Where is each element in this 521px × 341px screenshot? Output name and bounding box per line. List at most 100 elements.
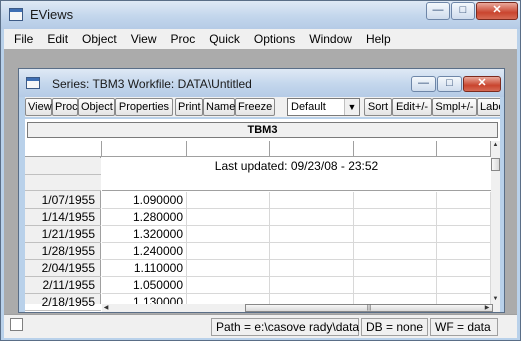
app-title: EViews (30, 7, 74, 22)
empty-cell[interactable] (270, 192, 354, 209)
value-cell[interactable]: 1.280000 (102, 209, 187, 226)
toolbar-smpl-button[interactable]: Smpl+/- (432, 98, 477, 116)
toolbar-properties-button[interactable]: Properties (115, 98, 173, 116)
value-cell[interactable]: 1.320000 (102, 226, 187, 243)
obs-date-cell[interactable]: 1/14/1955 (25, 209, 101, 226)
series-window: Series: TBM3 Workfile: DATA\Untitled — □… (18, 68, 505, 313)
empty-cell[interactable] (187, 209, 270, 226)
empty-cell[interactable] (354, 209, 437, 226)
value-cell[interactable]: 1.110000 (102, 260, 187, 277)
empty-cell[interactable] (354, 243, 437, 260)
empty-cell[interactable] (270, 243, 354, 260)
horizontal-scroll-thumb[interactable]: ||| (245, 304, 493, 312)
format-select[interactable]: Default ▼ (287, 98, 360, 116)
series-maximize-button[interactable]: □ (437, 76, 462, 92)
obs-date-cell[interactable]: 1/28/1955 (25, 243, 101, 260)
series-minimize-button[interactable]: — (411, 76, 436, 92)
empty-cell[interactable] (187, 260, 270, 277)
status-db[interactable]: DB = none (361, 318, 428, 336)
status-path[interactable]: Path = e:\casove rady\data (211, 318, 359, 336)
scroll-down-icon[interactable]: ▼ (491, 295, 500, 304)
column-header-cell[interactable] (102, 141, 187, 157)
toolbar-label-button[interactable]: Label (477, 98, 500, 116)
value-cell[interactable]: 1.240000 (102, 243, 187, 260)
last-updated-label: Last updated: 09/23/08 - 23:52 (214, 159, 379, 173)
menu-proc[interactable]: Proc (164, 29, 203, 49)
obs-blank-cell (25, 175, 101, 191)
command-window-toggle[interactable] (10, 318, 23, 331)
obs-date-cell[interactable]: 1/21/1955 (25, 226, 101, 243)
toolbar-freeze-button[interactable]: Freeze (235, 98, 275, 116)
toolbar-print-button[interactable]: Print (175, 98, 203, 116)
empty-cell[interactable] (437, 260, 491, 277)
toolbar-edit-button[interactable]: Edit+/- (392, 98, 432, 116)
menu-object[interactable]: Object (75, 29, 124, 49)
horizontal-scrollbar[interactable]: ◀ ||| ▶ (102, 304, 493, 312)
menu-bar: File Edit Object View Proc Quick Options… (4, 29, 517, 49)
app-close-button[interactable]: ✕ (476, 2, 518, 20)
empty-cell[interactable] (354, 277, 437, 294)
empty-cell[interactable] (437, 209, 491, 226)
empty-cell[interactable] (437, 226, 491, 243)
app-minimize-button[interactable]: — (426, 2, 450, 20)
app-maximize-button[interactable]: □ (451, 2, 475, 20)
empty-cell[interactable] (270, 277, 354, 294)
toolbar-proc-button[interactable]: Proc (52, 98, 78, 116)
empty-cell[interactable] (437, 192, 491, 209)
empty-cell[interactable] (437, 243, 491, 260)
series-toolbar: View Proc Object Properties Print Name F… (25, 97, 500, 117)
value-cell[interactable]: 1.050000 (102, 277, 187, 294)
column-header-cell[interactable] (354, 141, 437, 157)
series-window-icon[interactable] (26, 77, 40, 89)
empty-cell[interactable] (187, 277, 270, 294)
scroll-up-icon[interactable]: ▲ (491, 141, 500, 150)
empty-cell[interactable] (270, 226, 354, 243)
status-bar: Path = e:\casove rady\data DB = none WF … (4, 314, 517, 338)
data-grid[interactable]: Last updated: 09/23/08 - 23:52 1/07/1955… (25, 141, 491, 311)
dropdown-arrow-icon[interactable]: ▼ (344, 99, 359, 115)
empty-cell[interactable] (187, 243, 270, 260)
toolbar-name-button[interactable]: Name (203, 98, 235, 116)
obs-date-cell[interactable]: 2/04/1955 (25, 260, 101, 277)
column-header-cell[interactable] (437, 141, 491, 157)
empty-cell[interactable] (270, 209, 354, 226)
menu-view[interactable]: View (124, 29, 164, 49)
corner-header-cell (25, 141, 102, 157)
toolbar-view-button[interactable]: View (25, 98, 52, 116)
menu-file[interactable]: File (4, 29, 40, 49)
format-select-value: Default (291, 101, 326, 113)
column-header-cell[interactable] (270, 141, 354, 157)
toolbar-sort-button[interactable]: Sort (364, 98, 392, 116)
obs-header-cell (25, 158, 101, 175)
vertical-scrollbar[interactable]: ▲ ▼ (491, 141, 500, 312)
obs-date-cell[interactable]: 2/18/1955 (25, 294, 101, 311)
empty-cell[interactable] (187, 192, 270, 209)
empty-cell[interactable] (187, 226, 270, 243)
menu-edit[interactable]: Edit (40, 29, 75, 49)
spreadsheet[interactable]: TBM3 Last updated: 09/23/08 - 23:52 1/07… (25, 119, 500, 312)
menu-options[interactable]: Options (247, 29, 302, 49)
menu-quick[interactable]: Quick (202, 29, 247, 49)
empty-cell[interactable] (354, 260, 437, 277)
series-name-header: TBM3 (27, 122, 498, 138)
app-window-icon[interactable] (9, 8, 23, 21)
status-wf[interactable]: WF = data (430, 318, 498, 336)
empty-cell[interactable] (270, 260, 354, 277)
column-header-cell[interactable] (187, 141, 270, 157)
scroll-right-icon[interactable]: ▶ (483, 304, 491, 312)
series-window-title: Series: TBM3 Workfile: DATA\Untitled (52, 77, 252, 91)
menu-help[interactable]: Help (359, 29, 398, 49)
series-titlebar[interactable]: Series: TBM3 Workfile: DATA\Untitled — □… (19, 69, 504, 97)
empty-cell[interactable] (354, 192, 437, 209)
value-cell[interactable]: 1.090000 (102, 192, 187, 209)
vertical-scroll-thumb[interactable] (491, 158, 500, 171)
obs-date-cell[interactable]: 2/11/1955 (25, 277, 101, 294)
empty-cell[interactable] (354, 226, 437, 243)
app-titlebar[interactable]: EViews — □ ✕ (1, 1, 520, 29)
series-close-button[interactable]: ✕ (463, 76, 501, 92)
menu-window[interactable]: Window (302, 29, 359, 49)
empty-cell[interactable] (437, 277, 491, 294)
toolbar-object-button[interactable]: Object (78, 98, 115, 116)
scroll-left-icon[interactable]: ◀ (102, 304, 110, 312)
obs-date-cell[interactable]: 1/07/1955 (25, 192, 101, 209)
